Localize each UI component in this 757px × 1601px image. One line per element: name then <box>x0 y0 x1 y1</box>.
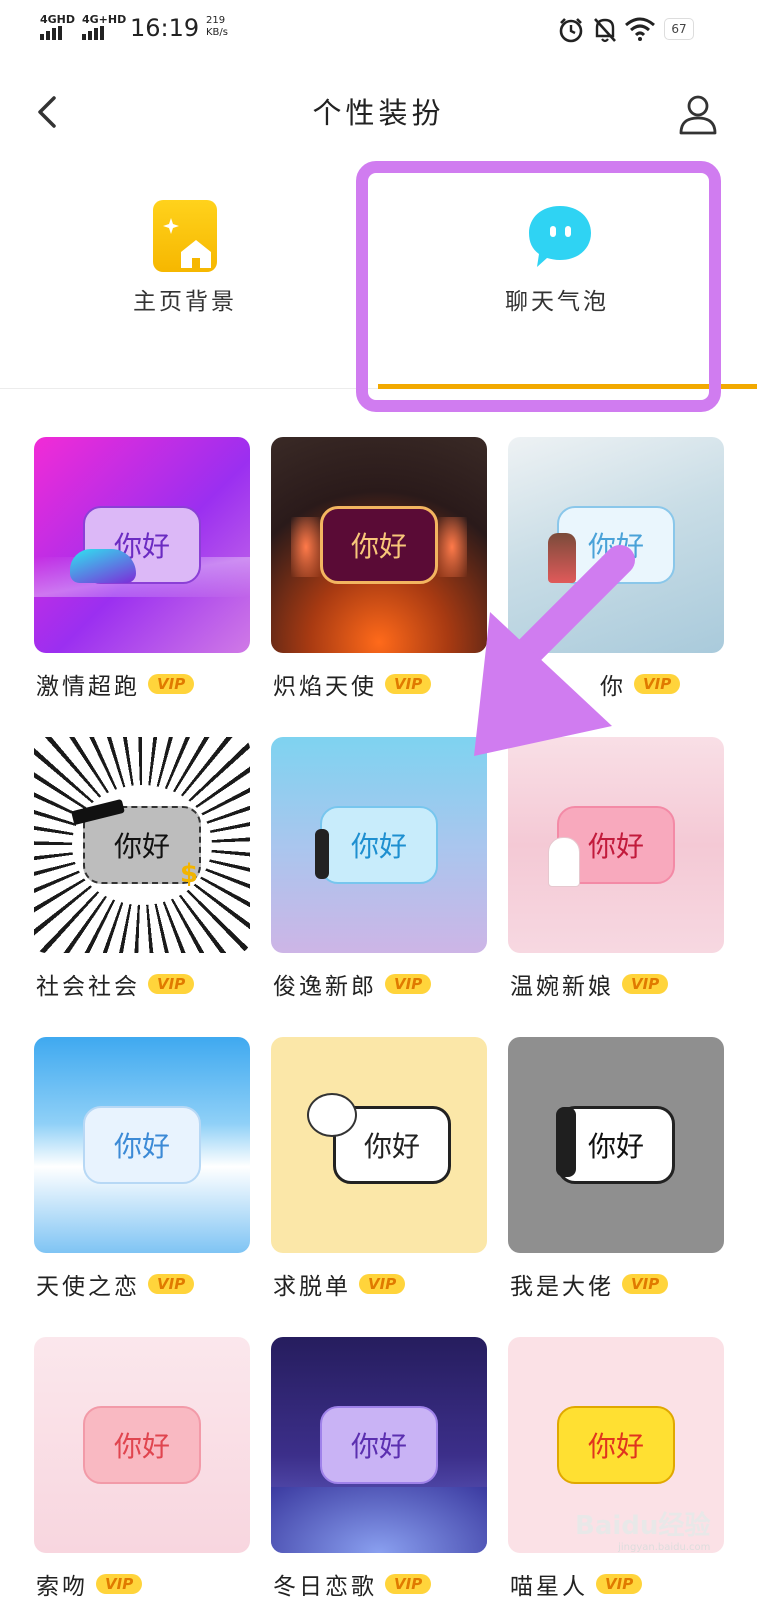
vip-badge: VIP <box>634 674 681 694</box>
theme-name-row: 喵星人 VIP <box>510 1567 643 1601</box>
theme-name: 求脱单 <box>273 1274 351 1300</box>
theme-name-row: 你 VIP <box>510 667 681 701</box>
bubble-preview: 你好 <box>557 1406 675 1484</box>
theme-name-row: 求脱单 VIP <box>273 1267 406 1301</box>
signal-label-2: 4G+HD <box>82 13 127 26</box>
couple-icon <box>548 533 576 583</box>
theme-thumbnail: 你好 <box>34 437 250 653</box>
theme-card-9[interactable]: 你好 我是大佬 VIP <box>508 1037 724 1300</box>
theme-name-row: 天使之恋 VIP <box>36 1267 195 1301</box>
dollar-icon: $ <box>180 859 199 889</box>
signal-bars-2 <box>82 26 104 40</box>
theme-name-row: 温婉新娘 VIP <box>510 967 669 1001</box>
theme-name: 你 <box>600 674 626 700</box>
wifi-icon <box>625 17 655 41</box>
alarm-icon <box>559 18 583 43</box>
boss-figure-icon <box>556 1107 576 1177</box>
theme-thumbnail: 你好 <box>271 437 487 653</box>
cat-face-icon <box>307 1093 357 1137</box>
status-bar: 4GHD 4G+HD 16:19 219 KB/s 67 <box>0 0 757 60</box>
theme-card-6[interactable]: 你好 温婉新娘 VIP <box>508 737 724 1000</box>
vip-badge: VIP <box>148 1274 195 1294</box>
theme-name: 我是大佬 <box>510 1274 614 1300</box>
sports-car-icon <box>70 549 136 583</box>
theme-name: 社会社会 <box>36 974 140 1000</box>
bubble-preview: 你好 <box>83 1106 201 1184</box>
theme-thumbnail: 你好 <box>508 1037 724 1253</box>
bride-icon <box>548 837 580 887</box>
theme-card-4[interactable]: 你好 $ 社会社会 VIP <box>34 737 250 1000</box>
vip-badge: VIP <box>148 674 195 694</box>
home-background-icon <box>153 200 217 272</box>
vip-badge: VIP <box>96 1574 143 1594</box>
theme-name: 炽焰天使 <box>273 674 377 700</box>
bubble-preview: 你好 <box>320 506 438 584</box>
bubble-preview: 你好 <box>320 1406 438 1484</box>
theme-card-3[interactable]: 你好 你 VIP <box>508 437 724 700</box>
watermark-logo: Baidu经验 <box>575 1511 711 1541</box>
watermark-url: jingyan.baidu.com <box>618 1542 711 1553</box>
groom-icon <box>315 829 329 879</box>
clock: 16:19 <box>130 14 200 42</box>
theme-name-row: 冬日恋歌 VIP <box>273 1567 432 1601</box>
theme-card-1[interactable]: 你好 激情超跑 VIP <box>34 437 250 700</box>
vip-badge: VIP <box>596 1574 643 1594</box>
theme-name-row: 社会社会 VIP <box>36 967 195 1001</box>
network-speed: 219 KB/s <box>206 15 228 39</box>
annotation-highlight-box <box>356 161 721 412</box>
vip-badge: VIP <box>622 1274 669 1294</box>
mute-bell-icon <box>594 18 616 43</box>
theme-name-row: 索吻 VIP <box>36 1567 143 1601</box>
theme-thumbnail: 你好 <box>34 1337 250 1553</box>
vip-badge: VIP <box>385 674 432 694</box>
page-title: 个性装扮 <box>312 96 445 130</box>
speed-unit: KB/s <box>206 27 228 38</box>
theme-name-row: 激情超跑 VIP <box>36 667 195 701</box>
signal-label-1: 4GHD <box>40 13 76 26</box>
theme-thumbnail: 你好 <box>508 737 724 953</box>
theme-thumbnail: 你好 <box>271 737 487 953</box>
theme-card-10[interactable]: 你好 索吻 VIP <box>34 1337 250 1600</box>
tab-label: 主页背景 <box>133 289 237 315</box>
theme-card-11[interactable]: 你好 冬日恋歌 VIP <box>271 1337 487 1600</box>
theme-name-row: 炽焰天使 VIP <box>273 667 432 701</box>
bubble-preview: 你好 <box>83 1406 201 1484</box>
theme-name: 喵星人 <box>510 1574 588 1600</box>
theme-name: 激情超跑 <box>36 674 140 700</box>
theme-card-5[interactable]: 你好 俊逸新郎 VIP <box>271 737 487 1000</box>
theme-thumbnail: 你好 <box>271 1037 487 1253</box>
vip-badge: VIP <box>148 974 195 994</box>
vip-badge: VIP <box>385 1574 432 1594</box>
tab-home-background[interactable]: 主页背景 <box>115 200 255 316</box>
signal-bars-1 <box>40 26 62 40</box>
theme-name: 温婉新娘 <box>510 974 614 1000</box>
vip-badge: VIP <box>385 974 432 994</box>
theme-card-2[interactable]: 你好 炽焰天使 VIP <box>271 437 487 700</box>
theme-card-7[interactable]: 你好 天使之恋 VIP <box>34 1037 250 1300</box>
user-icon[interactable] <box>678 94 718 136</box>
vip-badge: VIP <box>359 1274 406 1294</box>
theme-thumbnail: 你好 <box>508 437 724 653</box>
bubble-preview: 你好 <box>320 806 438 884</box>
theme-name-row: 我是大佬 VIP <box>510 1267 669 1301</box>
theme-card-8[interactable]: 你好 求脱单 VIP <box>271 1037 487 1300</box>
theme-name: 天使之恋 <box>36 1274 140 1300</box>
theme-name: 索吻 <box>36 1574 88 1600</box>
theme-thumbnail: 你好 $ <box>34 737 250 953</box>
theme-name: 俊逸新郎 <box>273 974 377 1000</box>
baidu-watermark: Baidu经验 jingyan.baidu.com <box>575 1505 710 1553</box>
theme-name-row: 俊逸新郎 VIP <box>273 967 432 1001</box>
theme-thumbnail: 你好 <box>271 1337 487 1553</box>
speed-value: 219 <box>206 15 226 26</box>
vip-badge: VIP <box>622 974 669 994</box>
battery-icon: 67 <box>664 18 694 40</box>
theme-thumbnail: 你好 <box>34 1037 250 1253</box>
theme-name: 冬日恋歌 <box>273 1574 377 1600</box>
